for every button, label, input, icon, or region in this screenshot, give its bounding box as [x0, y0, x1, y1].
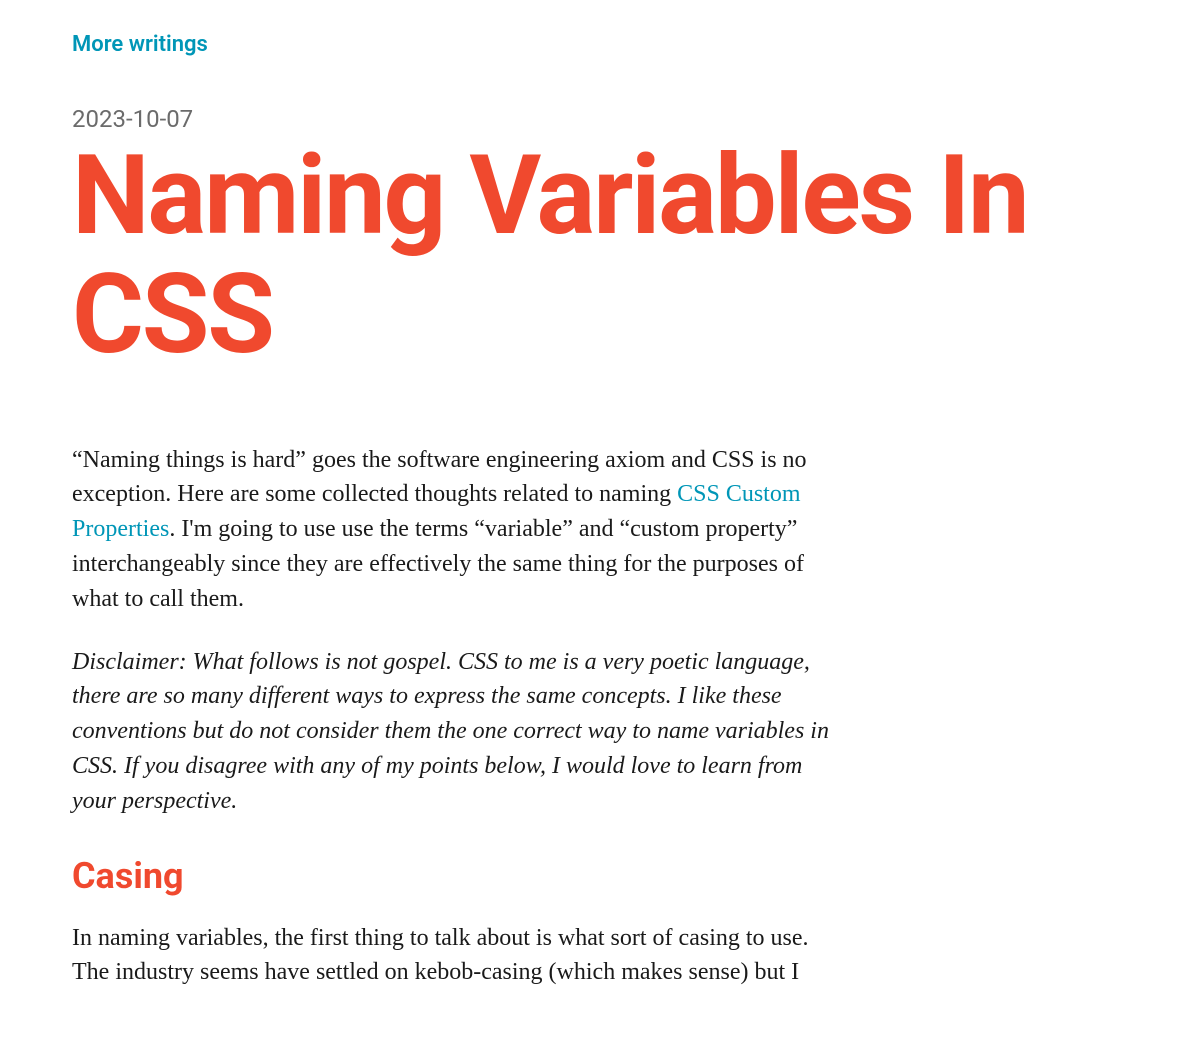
disclaimer-paragraph: Disclaimer: What follows is not gospel. … [72, 645, 832, 819]
casing-paragraph: In naming variables, the first thing to … [72, 921, 832, 991]
more-writings-link[interactable]: More writings [72, 32, 208, 57]
article-content: “Naming things is hard” goes the softwar… [72, 443, 832, 991]
intro-text-after: . I'm going to use use the terms “variab… [72, 516, 804, 612]
intro-paragraph: “Naming things is hard” goes the softwar… [72, 443, 832, 617]
article-date: 2023-10-07 [72, 105, 1128, 133]
article-title: Naming Variables In CSS [72, 137, 1128, 375]
casing-heading: Casing [72, 855, 832, 897]
